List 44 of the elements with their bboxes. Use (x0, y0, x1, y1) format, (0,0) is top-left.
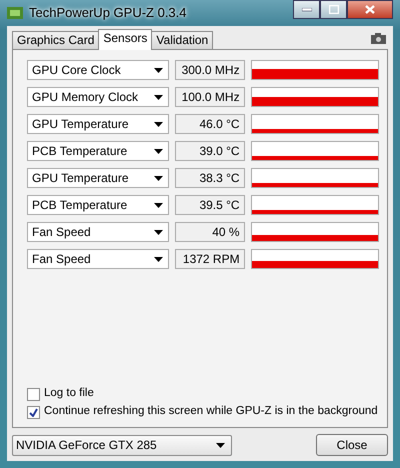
tab[interactable]: Sensors (98, 29, 152, 50)
sensor-reading: 40 % (175, 222, 245, 242)
sensor-dropdown[interactable]: PCB Temperature (27, 141, 170, 161)
app-icon (7, 6, 23, 20)
sensor-reading: 38.3 °C (175, 168, 245, 188)
sensor-reading: 46.0 °C (175, 114, 245, 134)
maximize-icon (328, 5, 338, 14)
dropdown-arrow-icon (154, 176, 164, 180)
tab[interactable]: Graphics Card (12, 31, 100, 49)
close-button[interactable]: Close (316, 434, 388, 456)
dropdown-arrow-icon (154, 68, 164, 72)
dropdown-arrow-icon (154, 256, 164, 262)
checkmark-icon (29, 408, 38, 416)
window-title: TechPowerUp GPU-Z 0.3.4 (29, 4, 187, 22)
tab[interactable]: Validation (151, 31, 214, 49)
dropdown-arrow-icon (154, 202, 164, 208)
close-icon (365, 5, 375, 14)
sensor-reading: 100.0 MHz (175, 87, 245, 107)
minimize-button[interactable] (293, 0, 320, 19)
checkbox[interactable] (27, 406, 40, 418)
graphics-card-dropdown[interactable]: NVIDIA GeForce GTX 285 (12, 434, 232, 456)
sensor-dropdown[interactable]: GPU Core Clock (27, 60, 170, 80)
sensor-dropdown[interactable]: PCB Temperature (27, 195, 170, 215)
checkbox-label[interactable]: Log to file (44, 385, 94, 403)
sensor-dropdown[interactable]: Fan Speed (27, 222, 170, 242)
checkbox-label[interactable]: Continue refreshing this screen while GPU-Z is in the background (44, 403, 378, 421)
minimize-icon (302, 8, 312, 12)
sensor-dropdown[interactable]: Fan Speed (27, 249, 170, 269)
dropdown-arrow-icon (154, 148, 164, 154)
sensor-dropdown[interactable]: GPU Memory Clock (27, 87, 170, 107)
camera-icon[interactable] (371, 33, 386, 44)
sensor-reading: 1372 RPM (175, 249, 245, 269)
maximize-button[interactable] (320, 0, 347, 19)
close-window-button[interactable] (347, 0, 393, 19)
sensor-dropdown[interactable]: GPU Temperature (27, 168, 170, 188)
sensor-reading: 39.5 °C (175, 195, 245, 215)
dropdown-arrow-icon (154, 122, 164, 126)
sensor-reading: 300.0 MHz (175, 60, 245, 80)
dropdown-arrow-icon (154, 94, 164, 100)
dropdown-arrow-icon (216, 442, 225, 448)
sensor-reading: 39.0 °C (175, 141, 245, 161)
checkbox[interactable] (27, 388, 40, 400)
sensor-dropdown[interactable]: GPU Temperature (27, 114, 170, 134)
dropdown-arrow-icon (154, 230, 164, 234)
